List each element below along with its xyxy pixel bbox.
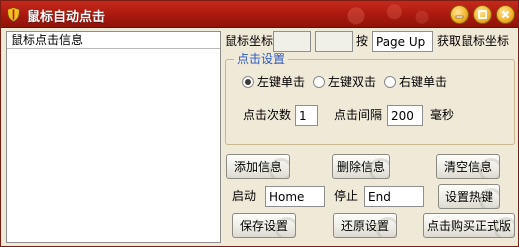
minimize-icon (455, 15, 464, 19)
get-coords-hotkey-field[interactable] (372, 31, 433, 52)
click-info-list-header: 鼠标点击信息 (7, 32, 220, 49)
coord-x-field[interactable] (273, 31, 311, 52)
buy-full-version-button[interactable]: 点击购买正式版 (423, 213, 515, 238)
radio-right-single[interactable] (384, 76, 396, 88)
title-ornament (320, 1, 440, 28)
click-count-label: 点击次数 (243, 108, 292, 122)
app-shield-icon (7, 7, 20, 22)
stop-hotkey-field[interactable] (364, 186, 424, 207)
interval-unit-label: 毫秒 (430, 108, 455, 122)
radio-left-single-label[interactable]: 左键单击 (257, 75, 305, 89)
maximize-icon (478, 10, 487, 19)
set-hotkey-button[interactable]: 设置热键 (438, 184, 500, 209)
maximize-button[interactable] (473, 5, 492, 24)
click-interval-label: 点击间隔 (334, 108, 383, 122)
radio-left-double[interactable] (313, 76, 325, 88)
press-label: 按 (356, 34, 369, 48)
save-settings-button[interactable]: 保存设置 (232, 213, 296, 238)
window-title: 鼠标自动点击 (27, 10, 106, 25)
start-hotkey-field[interactable] (265, 186, 325, 207)
click-settings-group (225, 59, 515, 145)
click-settings-title: 点击设置 (234, 52, 289, 66)
close-icon (501, 10, 510, 19)
click-interval-field[interactable] (387, 105, 423, 126)
radio-left-double-label[interactable]: 左键双击 (328, 75, 376, 89)
title-bar[interactable]: 鼠标自动点击 (1, 1, 518, 28)
main-window: 鼠标自动点击 鼠标点击信息 鼠标坐标 按 获取鼠标坐标 点击设置 左键单击 左键… (0, 0, 519, 247)
add-info-button[interactable]: 添加信息 (226, 154, 290, 179)
close-button[interactable] (496, 5, 515, 24)
click-count-field[interactable] (295, 105, 318, 126)
get-coords-label: 获取鼠标坐标 (437, 34, 510, 48)
minimize-button[interactable] (450, 5, 469, 24)
radio-right-single-label[interactable]: 右键单击 (399, 75, 447, 89)
click-info-list[interactable]: 鼠标点击信息 (6, 31, 221, 243)
start-hotkey-label: 启动 (232, 189, 257, 203)
clear-info-button[interactable]: 清空信息 (436, 154, 500, 179)
restore-settings-button[interactable]: 还原设置 (333, 213, 397, 238)
radio-left-single[interactable] (242, 76, 254, 88)
delete-info-button[interactable]: 删除信息 (332, 154, 390, 179)
mouse-coords-label: 鼠标坐标 (225, 34, 274, 48)
coord-y-field[interactable] (315, 31, 353, 52)
stop-hotkey-label: 停止 (334, 189, 359, 203)
